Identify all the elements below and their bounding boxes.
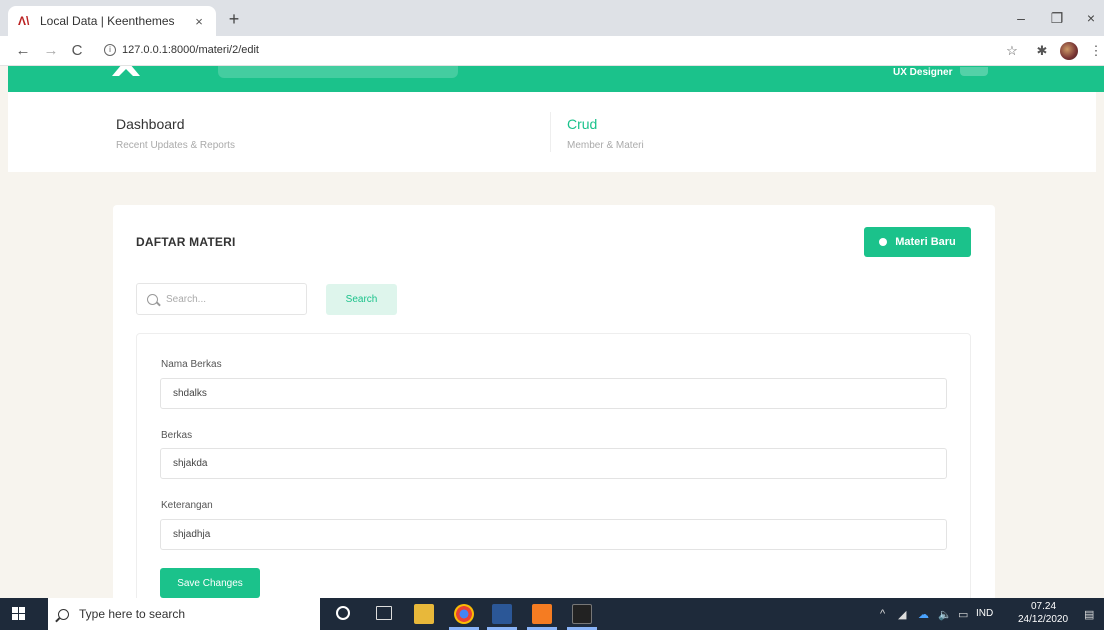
new-materi-button[interactable]: Materi Baru	[864, 227, 971, 257]
subheader-dashboard-desc: Recent Updates & Reports	[116, 140, 235, 151]
chrome-icon[interactable]	[454, 604, 474, 624]
browser-menu-icon[interactable]: ⋮	[1088, 43, 1104, 59]
info-icon[interactable]: i	[104, 44, 116, 56]
url-text: 127.0.0.1:8000/materi/2/edit	[122, 44, 259, 56]
browser-tab[interactable]: Λ\ Local Data | Keenthemes ×	[8, 6, 216, 36]
user-role[interactable]: UX Designer	[893, 67, 952, 78]
restore-icon[interactable]: ❐	[1048, 10, 1066, 27]
taskbar-search[interactable]: Type here to search	[48, 598, 320, 630]
search-icon	[58, 608, 69, 620]
close-tab-icon[interactable]: ×	[192, 14, 206, 29]
task-view-icon[interactable]	[376, 606, 392, 620]
file-explorer-icon[interactable]	[414, 604, 434, 624]
network-icon[interactable]: ◢	[898, 608, 906, 621]
nama-berkas-label: Nama Berkas	[161, 359, 222, 370]
subheader-crud-desc: Member & Materi	[567, 140, 644, 151]
add-icon	[879, 238, 888, 246]
subheader-crud[interactable]: Crud Member & Materi	[567, 116, 644, 151]
extensions-icon[interactable]: ✱	[1034, 43, 1050, 59]
new-tab-icon[interactable]: +	[224, 9, 244, 30]
url-field[interactable]: i 127.0.0.1:8000/materi/2/edit	[104, 44, 259, 56]
back-icon[interactable]: ←	[14, 42, 32, 59]
onedrive-icon[interactable]: ☁	[918, 608, 929, 621]
close-window-icon[interactable]: ×	[1082, 10, 1100, 26]
new-materi-label: Materi Baru	[895, 236, 956, 248]
keterangan-label: Keterangan	[161, 500, 213, 511]
search-icon	[147, 293, 158, 305]
battery-icon[interactable]: ▭	[958, 608, 968, 621]
berkas-label: Berkas	[161, 430, 193, 441]
word-icon[interactable]	[492, 604, 512, 624]
clock-date[interactable]: 24/12/2020	[1018, 614, 1068, 625]
browser-tab-strip: Λ\ Local Data | Keenthemes × + – ❐ ×	[0, 0, 1104, 36]
tab-title: Local Data | Keenthemes	[40, 14, 175, 28]
subheader-dashboard-title: Dashboard	[116, 116, 185, 132]
forward-icon[interactable]: →	[42, 42, 60, 59]
minimize-icon[interactable]: –	[1012, 10, 1030, 26]
taskbar-search-placeholder: Type here to search	[79, 607, 186, 621]
reload-icon[interactable]: C	[68, 42, 86, 59]
address-bar: ← → C i 127.0.0.1:8000/materi/2/edit ☆ ✱…	[0, 36, 1104, 66]
notification-icon[interactable]: ▤	[1084, 608, 1094, 621]
tray-expand-icon[interactable]: ^	[880, 608, 885, 620]
user-badge[interactable]	[960, 67, 988, 76]
subheader-dashboard[interactable]: Dashboard Recent Updates & Reports	[116, 116, 235, 151]
keterangan-input[interactable]	[160, 519, 947, 550]
card-title: DAFTAR MATERI	[136, 235, 236, 249]
cortana-icon[interactable]	[336, 606, 350, 620]
volume-icon[interactable]: 🔈	[938, 608, 952, 621]
header-search-bar[interactable]	[218, 66, 458, 78]
save-changes-button[interactable]: Save Changes	[160, 568, 260, 598]
profile-avatar[interactable]	[1060, 42, 1078, 60]
xampp-icon[interactable]	[532, 604, 552, 624]
keenthemes-favicon-icon: Λ\	[18, 14, 30, 28]
bookmark-star-icon[interactable]: ☆	[1004, 43, 1020, 59]
search-button[interactable]: Search	[326, 284, 397, 315]
search-field[interactable]	[136, 283, 307, 315]
windows-start-icon[interactable]	[12, 607, 26, 621]
nama-berkas-input[interactable]	[160, 378, 947, 409]
subheader-crud-title: Crud	[567, 116, 598, 132]
windows-taskbar: Type here to search ^ ◢ ☁ 🔈 ▭ IND 07.24 …	[0, 598, 1104, 630]
berkas-input[interactable]	[160, 448, 947, 479]
clock-time[interactable]: 07.24	[1031, 601, 1056, 612]
search-input[interactable]	[166, 293, 296, 305]
terminal-icon[interactable]	[572, 604, 592, 624]
language-indicator[interactable]: IND	[976, 608, 993, 619]
subheader-divider	[550, 112, 551, 152]
